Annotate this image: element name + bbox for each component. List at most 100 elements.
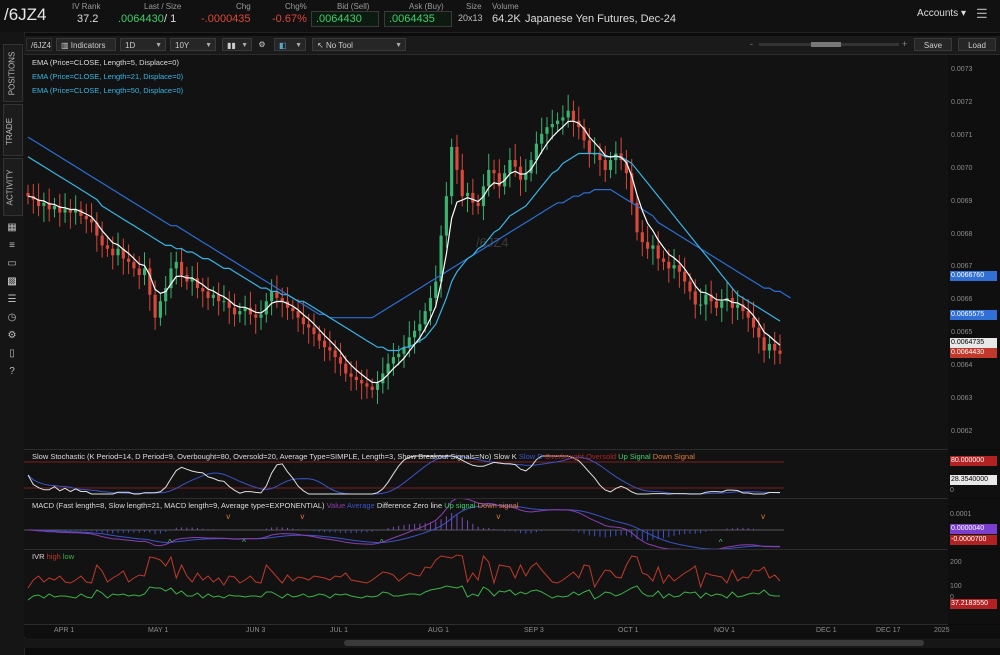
- help-icon[interactable]: ?: [6, 366, 18, 378]
- candle-body: [471, 192, 475, 203]
- grid-icon[interactable]: ▦: [6, 222, 18, 234]
- study-stochastic[interactable]: Slow Stochastic (K Period=14, D Period=9…: [32, 452, 695, 461]
- zoom-in-icon[interactable]: +: [902, 39, 907, 49]
- candle-body: [365, 383, 369, 387]
- time-tick: DEC 17: [876, 627, 901, 634]
- last-label: Last / Size: [144, 2, 182, 11]
- zoom-slider-handle[interactable]: [811, 42, 841, 47]
- down-signal-marker: v: [496, 512, 500, 521]
- macd-histogram: [32, 513, 781, 541]
- last-value: .0064430: [118, 13, 164, 25]
- scrollbar-thumb[interactable]: [344, 640, 924, 646]
- interval-select[interactable]: 1D ▼: [120, 38, 166, 51]
- ivr-pane[interactable]: IVR high low: [24, 550, 948, 625]
- candle-body: [206, 291, 210, 298]
- study-ema5[interactable]: EMA (Price=CLOSE, Length=5, Displace=0): [32, 58, 179, 67]
- candle-body: [52, 206, 57, 210]
- ivr-chart: [27, 554, 781, 601]
- legend-slow-d: Slow D: [518, 452, 543, 461]
- horizontal-scrollbar[interactable]: [24, 638, 1000, 648]
- candle-body: [566, 110, 570, 118]
- candle-body: [778, 350, 782, 354]
- legend-high: high: [46, 552, 61, 561]
- candle-body: [397, 353, 401, 358]
- legend-up-signal: Up signal: [444, 501, 476, 510]
- candle-body: [773, 343, 777, 351]
- candle-body: [661, 258, 666, 262]
- time-tick: 2025: [934, 627, 950, 634]
- ivrank-label: IV Rank: [72, 2, 101, 11]
- bid-button[interactable]: .0064430: [311, 11, 379, 27]
- settings-icon[interactable]: ⚙: [6, 330, 18, 342]
- candle-body: [195, 278, 200, 289]
- chart-style-select[interactable]: ▮▮ ▼: [222, 38, 252, 51]
- symbol-title[interactable]: /6JZ4: [4, 5, 47, 25]
- tab-activity[interactable]: ACTIVITY: [3, 158, 23, 216]
- drawing-tool-value: No Tool: [325, 41, 353, 50]
- volume-label: Volume: [492, 2, 519, 11]
- zoom-slider[interactable]: [759, 42, 899, 47]
- indicators-button[interactable]: ▥ Indicators: [56, 38, 116, 51]
- candle-body: [63, 209, 67, 213]
- study-ivr[interactable]: IVR high low: [32, 552, 74, 561]
- gear-icon[interactable]: ⚙: [256, 38, 268, 51]
- window-icon[interactable]: ▭: [6, 258, 18, 270]
- study-macd[interactable]: MACD (Fast length=8, Slow length=21, MAC…: [32, 501, 518, 510]
- candle-body: [137, 268, 141, 275]
- range-select[interactable]: 10Y ▼: [170, 38, 216, 51]
- macd-pane[interactable]: ^ v ^ v ^ v ^ v MACD (Fast length=8, Slow lengt…: [24, 499, 948, 550]
- candle-body: [476, 202, 480, 207]
- study-ema21[interactable]: EMA (Price=CLOSE, Length=21, Displace=0): [32, 72, 183, 81]
- zoom-out-icon[interactable]: -: [750, 39, 753, 49]
- price-tick: 0.0066: [951, 296, 973, 304]
- candle-body: [111, 248, 115, 256]
- price-chart-pane[interactable]: /6JZ4 EMA (Price=CLOSE, Length=5, Displa…: [24, 55, 948, 450]
- list-icon[interactable]: ≡: [6, 240, 18, 252]
- stack-icon[interactable]: ☰: [6, 294, 18, 306]
- legend-difference: Difference: [376, 501, 411, 510]
- price-tick: 0.0064: [951, 361, 973, 369]
- macd-title: MACD (Fast length=8, Slow length=21, MAC…: [32, 501, 325, 510]
- tab-positions[interactable]: POSITIONS: [3, 44, 23, 102]
- candle-body: [587, 140, 591, 154]
- candle-body: [603, 160, 607, 170]
- candle-body: [386, 363, 390, 374]
- time-axis: APR 1 MAY 1 JUN 3 JUL 1 AUG 1 SEP 3 OCT 1 NOV 1…: [24, 625, 1000, 637]
- stoch-flag-value: 28.3540000: [950, 475, 997, 485]
- candle-body: [508, 160, 512, 174]
- price-chart[interactable]: /6JZ4: [24, 55, 948, 449]
- load-button[interactable]: Load: [958, 38, 996, 51]
- candle-body: [201, 288, 205, 292]
- stochastic-pane[interactable]: Slow Stochastic (K Period=14, D Period=9…: [24, 450, 948, 499]
- candle-body: [26, 192, 30, 197]
- candle-body: [217, 294, 221, 302]
- menu-icon[interactable]: ☰: [976, 6, 992, 22]
- chart-icon[interactable]: ▨: [6, 276, 18, 288]
- candle-body: [338, 357, 343, 364]
- candle-body: [513, 160, 517, 167]
- save-button[interactable]: Save: [914, 38, 952, 51]
- toolbar-symbol[interactable]: /6JZ4: [26, 38, 52, 51]
- drawing-color-select[interactable]: ◧ ▼: [274, 38, 306, 51]
- down-signal-marker: v: [226, 512, 230, 521]
- macd-flag-average: -0.0000700: [950, 535, 997, 545]
- accounts-menu[interactable]: Accounts ▾: [917, 8, 966, 19]
- tab-trade[interactable]: TRADE: [3, 104, 23, 156]
- phone-icon[interactable]: ▯: [6, 348, 18, 360]
- stoch-tick-zero: 0: [950, 487, 954, 494]
- ivr-tick-100: 100: [950, 583, 962, 590]
- candle-body: [142, 268, 147, 275]
- candle-body: [227, 301, 231, 308]
- drawing-tool-select[interactable]: ↖ No Tool ▼: [312, 38, 406, 51]
- ask-button[interactable]: .0064435: [384, 11, 452, 27]
- study-ema50[interactable]: EMA (Price=CLOSE, Length=50, Displace=0): [32, 86, 183, 95]
- chevron-down-icon: ▾: [960, 8, 966, 19]
- legend-up-signal: Up Signal: [618, 452, 651, 461]
- time-tick: MAY 1: [148, 627, 169, 634]
- clock-icon[interactable]: ◷: [6, 312, 18, 324]
- macd-axis: 0.0001 0.0000040 -0.0000700: [948, 499, 1000, 549]
- candle-body: [428, 297, 433, 312]
- stochastic-title: Slow Stochastic (K Period=14, D Period=9…: [32, 452, 492, 461]
- candle-body: [328, 347, 332, 351]
- candle-body: [746, 311, 750, 318]
